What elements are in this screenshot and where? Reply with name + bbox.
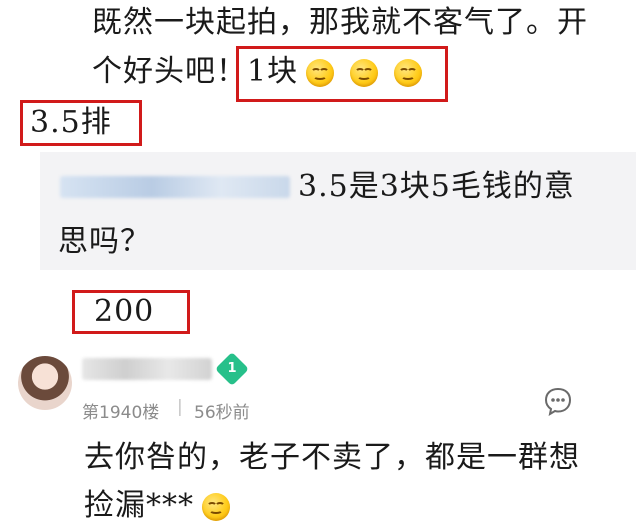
- comment-line2-text: 捡漏***: [84, 488, 194, 523]
- quoted-reply-line1: 3.5是3块5毛钱的意: [298, 169, 575, 204]
- comment-line2: 捡漏***: [84, 486, 238, 526]
- reply-bubble-icon[interactable]: [543, 386, 573, 416]
- smile-emoji-icon: [202, 493, 230, 521]
- avatar[interactable]: [18, 356, 72, 410]
- blurred-username: [60, 176, 290, 198]
- screenshot-page: 既然一块起拍，那我就不客气了。开 个好头吧！1块 3.5排 3.5是3块5毛钱的…: [0, 0, 641, 532]
- annotation-bid-35: 3.5排: [30, 105, 112, 140]
- comment-time: 56秒前: [194, 403, 250, 423]
- vip-level: 1: [227, 361, 237, 376]
- highlight-box-1yuan: [236, 46, 448, 102]
- meta-separator: |: [177, 397, 183, 417]
- quoted-reply-line2: 思吗？: [58, 224, 151, 259]
- top-comment-line1: 既然一块起拍，那我就不客气了。开: [92, 5, 588, 40]
- blurred-commenter-name[interactable]: [82, 358, 212, 380]
- top-comment-line2-text: 个好头吧！: [92, 54, 247, 89]
- comment-floor: 第1940楼: [82, 403, 160, 423]
- comment-line1: 去你咎的，老子不卖了，都是一群想: [84, 440, 580, 475]
- annotation-bid-200: 200: [94, 294, 155, 329]
- quoted-reply-block: 3.5是3块5毛钱的意 思吗？: [40, 152, 636, 270]
